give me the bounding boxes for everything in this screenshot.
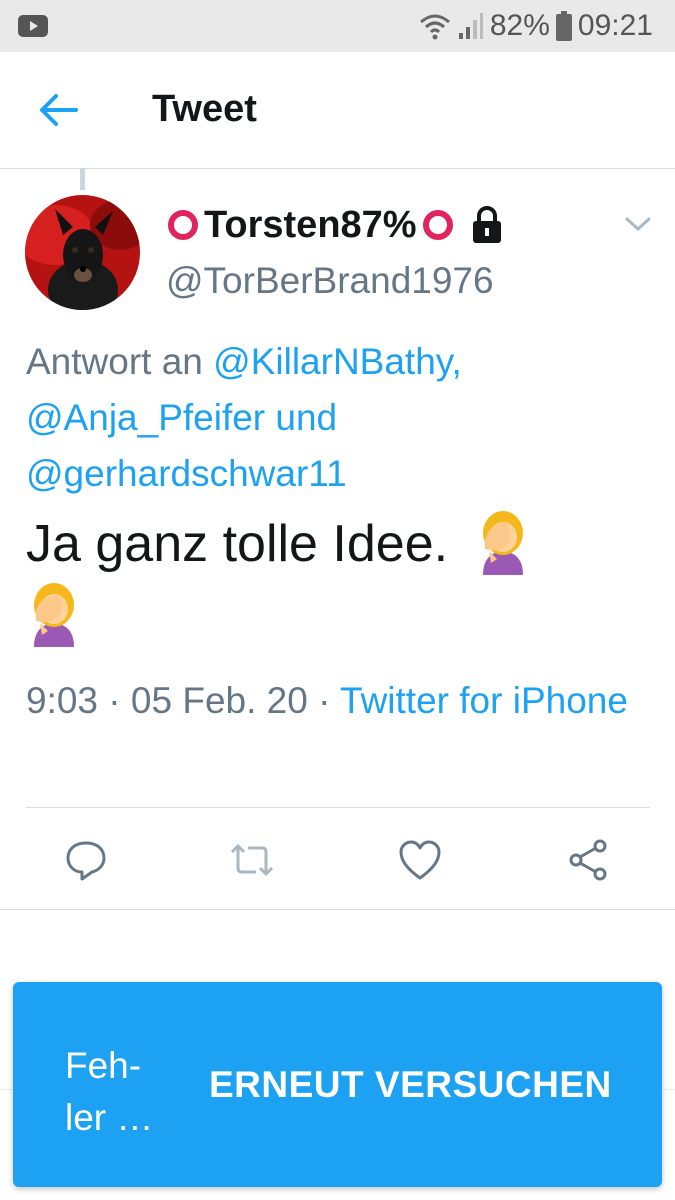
status-bar: 82% 09:21	[0, 0, 675, 52]
mention-link[interactable]: @Anja_Pfeifer und	[26, 397, 337, 438]
chevron-down-icon[interactable]	[624, 214, 652, 234]
reply-context: Antwort an @KillarNBathy, @Anja_Pfeifer …	[26, 334, 646, 502]
tweet-author[interactable]: Torsten87%	[168, 200, 505, 250]
tweet-text: Ja ganz tolle Idee.	[26, 508, 646, 652]
divider	[26, 807, 650, 808]
youtube-icon	[18, 15, 48, 37]
wifi-icon	[419, 14, 450, 40]
tweet-source[interactable]: Twitter for iPhone	[340, 680, 628, 721]
retry-button[interactable]: ERNEUT VERSUCHEN	[209, 1064, 612, 1106]
battery-percent: 82%	[489, 9, 550, 42]
tweet-meta: 9:03 · 05 Feb. 20 · Twitter for iPhone	[26, 672, 646, 729]
battery-icon	[555, 11, 572, 41]
app-header: Tweet	[0, 52, 675, 169]
user-handle[interactable]: @TorBerBrand1976	[166, 260, 494, 302]
error-snackbar: Feh- ler … ERNEUT VERSUCHEN	[13, 982, 662, 1187]
avatar[interactable]	[25, 195, 140, 310]
lock-icon	[472, 206, 501, 243]
meta-separator: ·	[307, 680, 341, 721]
divider	[0, 909, 675, 910]
retweet-icon[interactable]	[230, 838, 274, 882]
tweet-date: 05 Feb. 20	[130, 680, 308, 721]
snackbar-message: Feh- ler …	[65, 1045, 154, 1138]
face-palm-emoji	[34, 583, 74, 647]
mention-link[interactable]: @KillarNBathy,	[213, 341, 462, 382]
thread-line	[80, 168, 85, 190]
mention-link[interactable]: @gerhardschwar11	[26, 453, 347, 494]
display-name: Torsten87%	[204, 203, 417, 246]
status-time: 09:21	[577, 9, 653, 42]
reply-prefix: Antwort an	[26, 341, 214, 382]
face-palm-emoji	[482, 511, 523, 575]
like-icon[interactable]	[398, 838, 442, 882]
red-circle-emoji	[168, 210, 198, 240]
page-title: Tweet	[152, 88, 257, 130]
tweet-text-content: Ja ganz tolle Idee.	[26, 515, 449, 573]
share-icon[interactable]	[566, 838, 610, 882]
red-circle-emoji	[422, 210, 453, 240]
signal-icon	[458, 13, 483, 39]
tweet-actions	[0, 826, 675, 896]
tweet-time: 9:03	[26, 680, 99, 721]
meta-separator: ·	[98, 680, 131, 721]
status-icons: 82% 09:21	[418, 8, 653, 44]
arrow-left-icon[interactable]	[36, 92, 80, 128]
reply-icon[interactable]	[64, 838, 108, 882]
